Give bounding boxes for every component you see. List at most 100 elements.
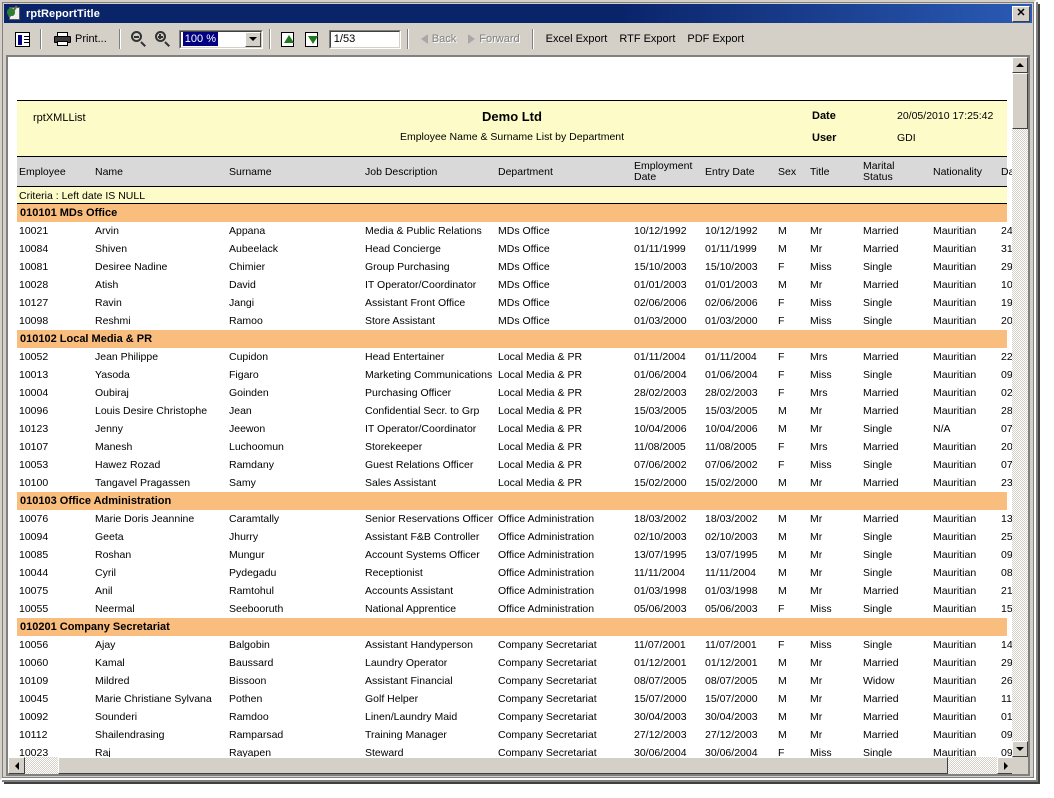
cell-employee-id: 10094 bbox=[19, 531, 91, 543]
report-client-area: rptXMLList Demo Ltd Employee Name & Surn… bbox=[6, 55, 1030, 776]
table-row[interactable]: 10045Marie Christiane SylvanaPothenGolf … bbox=[17, 690, 1007, 708]
table-row[interactable]: 10096Louis Desire ChristopheJeanConfiden… bbox=[17, 402, 1007, 420]
cell-nationality: Mauritian bbox=[933, 225, 995, 237]
page-down-icon bbox=[305, 32, 321, 47]
table-row[interactable]: 10109MildredBissoonAssistant FinancialCo… bbox=[17, 672, 1007, 690]
print-button[interactable]: Print... bbox=[48, 28, 113, 50]
table-row[interactable]: 10112ShailendrasingRamparsadTraining Man… bbox=[17, 726, 1007, 744]
toolbar-separator-4 bbox=[407, 29, 409, 49]
table-row[interactable]: 10075AnilRamtohulAccounts AssistantOffic… bbox=[17, 582, 1007, 600]
cell-department: Company Secretariat bbox=[498, 675, 626, 687]
table-row[interactable]: 10004OubirajGoindenPurchasing OfficerLoc… bbox=[17, 384, 1007, 402]
table-row[interactable]: 10044CyrilPydegaduReceptionistOffice Adm… bbox=[17, 564, 1007, 582]
cell-sex: M bbox=[778, 657, 800, 669]
cell-job-description: Assistant Handyperson bbox=[365, 639, 495, 651]
table-row[interactable]: 10098ReshmiRamooStore AssistantMDs Offic… bbox=[17, 312, 1007, 330]
scroll-down-button[interactable] bbox=[1012, 741, 1028, 757]
table-row[interactable]: 10013YasodaFigaroMarketing Communication… bbox=[17, 366, 1007, 384]
cell-title: Miss bbox=[810, 747, 850, 757]
cell-title: Mr bbox=[810, 693, 850, 705]
cell-job-description: National Apprentice bbox=[365, 603, 495, 615]
table-row[interactable]: 10060KamalBaussardLaundry OperatorCompan… bbox=[17, 654, 1007, 672]
cell-first-name: Kamal bbox=[95, 657, 225, 669]
pdf-export-button[interactable]: PDF Export bbox=[681, 28, 750, 50]
rtf-export-button[interactable]: RTF Export bbox=[613, 28, 681, 50]
scrollbar-corner bbox=[1012, 757, 1028, 774]
cell-job-description: Assistant Front Office bbox=[365, 297, 495, 309]
cell-employment-date: 28/02/2003 bbox=[634, 387, 700, 399]
cell-job-description: Training Manager bbox=[365, 729, 495, 741]
scroll-left-button[interactable] bbox=[8, 757, 25, 774]
cell-department: Office Administration bbox=[498, 603, 626, 615]
forward-button[interactable]: Forward bbox=[462, 28, 525, 50]
cell-marital-status: Married bbox=[863, 279, 925, 291]
cell-employee-id: 10045 bbox=[19, 693, 91, 705]
cell-department: MDs Office bbox=[498, 243, 626, 255]
zoom-out-button[interactable] bbox=[127, 28, 151, 50]
cell-marital-status: Married bbox=[863, 657, 925, 669]
cell-sex: M bbox=[778, 675, 800, 687]
table-row[interactable]: 10084ShivenAubeelackHead ConciergeMDs Of… bbox=[17, 240, 1007, 258]
next-page-button[interactable] bbox=[301, 28, 325, 50]
scroll-up-button[interactable] bbox=[1012, 57, 1028, 73]
cell-title: Mrs bbox=[810, 387, 850, 399]
group-header-label: 010101 MDs Office bbox=[20, 207, 117, 219]
close-icon[interactable]: ✕ bbox=[1012, 6, 1030, 22]
previous-page-button[interactable] bbox=[277, 28, 301, 50]
cell-marital-status: Married bbox=[863, 729, 925, 741]
table-row[interactable]: 10028AtishDavidIT Operator/CoordinatorMD… bbox=[17, 276, 1007, 294]
cell-department: Local Media & PR bbox=[498, 405, 626, 417]
cell-marital-status: Married bbox=[863, 441, 925, 453]
cell-employee-id: 10098 bbox=[19, 315, 91, 327]
table-row[interactable]: 10127RavinJangiAssistant Front OfficeMDs… bbox=[17, 294, 1007, 312]
cell-title: Miss bbox=[810, 603, 850, 615]
table-row[interactable]: 10056AjayBalgobinAssistant HandypersonCo… bbox=[17, 636, 1007, 654]
zoom-in-button[interactable] bbox=[151, 28, 175, 50]
cell-department: Local Media & PR bbox=[498, 369, 626, 381]
vertical-scroll-thumb[interactable] bbox=[1012, 73, 1028, 129]
table-row[interactable]: 10107ManeshLuchoomunStorekeeperLocal Med… bbox=[17, 438, 1007, 456]
cell-sex: M bbox=[778, 711, 800, 723]
table-row[interactable]: 10053Hawez RozadRamdanyGuest Relations O… bbox=[17, 456, 1007, 474]
zoom-level-combobox[interactable]: 100 % bbox=[179, 30, 263, 49]
cell-surname: Appana bbox=[229, 225, 359, 237]
table-row[interactable]: 10052Jean PhilippeCupidonHead Entertaine… bbox=[17, 348, 1007, 366]
horizontal-scrollbar[interactable] bbox=[8, 757, 1014, 774]
table-row[interactable]: 10094GeetaJhurryAssistant F&B Controller… bbox=[17, 528, 1007, 546]
cell-employment-date: 18/03/2002 bbox=[634, 513, 700, 525]
table-row[interactable]: 10085RoshanMungurAccount Systems Officer… bbox=[17, 546, 1007, 564]
table-row[interactable]: 10092SounderiRamdooLinen/Laundry MaidCom… bbox=[17, 708, 1007, 726]
cell-title: Mr bbox=[810, 711, 850, 723]
excel-export-button[interactable]: Excel Export bbox=[540, 28, 614, 50]
table-row[interactable]: 10100Tangavel PragassenSamySales Assista… bbox=[17, 474, 1007, 492]
cell-title: Miss bbox=[810, 315, 850, 327]
cell-sex: M bbox=[778, 477, 800, 489]
table-row[interactable]: 10076Marie Doris JeannineCaramtallySenio… bbox=[17, 510, 1007, 528]
table-row[interactable]: 10123JennyJeewonIT Operator/CoordinatorL… bbox=[17, 420, 1007, 438]
cell-first-name: Ajay bbox=[95, 639, 225, 651]
criteria-band: Criteria : Left date IS NULL bbox=[17, 187, 1007, 204]
cell-first-name: Oubiraj bbox=[95, 387, 225, 399]
cell-employee-id: 10081 bbox=[19, 261, 91, 273]
chevron-down-icon[interactable] bbox=[245, 32, 261, 47]
back-button[interactable]: Back bbox=[415, 28, 462, 50]
cell-employment-date: 01/12/2001 bbox=[634, 657, 700, 669]
vertical-scroll-track[interactable] bbox=[1012, 73, 1028, 741]
table-row[interactable]: 10023RajRayapenStewardCompany Secretaria… bbox=[17, 744, 1007, 757]
vertical-scrollbar[interactable] bbox=[1012, 57, 1028, 757]
cell-employee-id: 10084 bbox=[19, 243, 91, 255]
table-row[interactable]: 10021ArvinAppanaMedia & Public Relations… bbox=[17, 222, 1007, 240]
cell-sex: M bbox=[778, 423, 800, 435]
table-row[interactable]: 10081Desiree NadineChimierGroup Purchasi… bbox=[17, 258, 1007, 276]
cell-title: Mrs bbox=[810, 441, 850, 453]
cell-entry-date: 11/08/2005 bbox=[705, 441, 771, 453]
report-outline-button[interactable] bbox=[10, 28, 34, 50]
cell-employment-date: 15/03/2005 bbox=[634, 405, 700, 417]
page-number-input[interactable]: 1/53 bbox=[329, 30, 401, 49]
cell-title: Mr bbox=[810, 549, 850, 561]
table-row[interactable]: 10055NeermalSeebooruthNational Apprentic… bbox=[17, 600, 1007, 618]
cell-employee-id: 10056 bbox=[19, 639, 91, 651]
cell-entry-date: 15/10/2003 bbox=[705, 261, 771, 273]
horizontal-scroll-thumb[interactable] bbox=[58, 757, 948, 774]
cell-title: Mr bbox=[810, 477, 850, 489]
